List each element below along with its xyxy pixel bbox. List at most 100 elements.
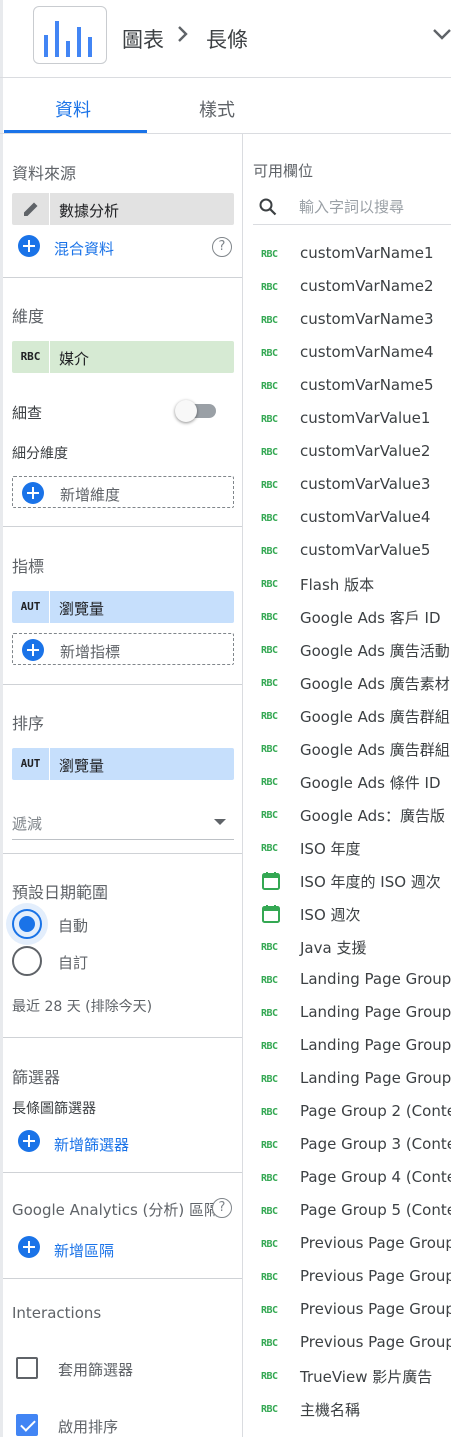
field-type-badge: RBC bbox=[261, 711, 278, 722]
available-field-item[interactable]: RBC customVarValue3 bbox=[253, 469, 451, 502]
available-field-item[interactable]: RBC Page Group 5 (Conte bbox=[253, 1195, 451, 1228]
sort-chip[interactable]: AUT 瀏覽量 bbox=[12, 748, 234, 780]
field-type-badge: RBC bbox=[261, 1107, 278, 1118]
search-input[interactable] bbox=[299, 195, 449, 219]
available-field-item[interactable]: RBC customVarName2 bbox=[253, 271, 451, 304]
available-field-label: Page Group 3 (Conte bbox=[300, 1135, 451, 1153]
available-field-item[interactable]: RBC Landing Page Group bbox=[253, 964, 451, 997]
field-type-badge: RBC bbox=[261, 1173, 278, 1184]
radio-custom-label[interactable]: 自訂 bbox=[58, 952, 88, 973]
available-field-item[interactable]: RBC Page Group 4 (Conte bbox=[253, 1162, 451, 1195]
metric-chip[interactable]: AUT 瀏覽量 bbox=[12, 591, 234, 623]
available-field-item[interactable]: ISO 週次 bbox=[253, 898, 451, 931]
drilldown-toggle[interactable] bbox=[175, 400, 197, 422]
blend-data-link[interactable]: 混合資料 bbox=[54, 238, 114, 259]
field-type-badge: RBC bbox=[261, 1239, 278, 1250]
add-segment-icon[interactable] bbox=[18, 1236, 40, 1258]
metric-type-badge: AUT bbox=[12, 591, 50, 623]
sort-order-select[interactable]: 遞減 bbox=[12, 806, 234, 840]
available-field-label: Page Group 2 (Conte bbox=[300, 1102, 451, 1120]
add-dimension-button[interactable]: 新增維度 bbox=[12, 476, 234, 508]
available-field-label: Google Ads 廣告群組 bbox=[300, 741, 450, 759]
available-field-item[interactable]: RBC Google Ads 廣告素材 bbox=[253, 667, 451, 700]
available-field-item[interactable]: RBC TrueView 影片廣告 bbox=[253, 1360, 451, 1393]
add-segment-link[interactable]: 新增區隔 bbox=[54, 1240, 114, 1261]
available-field-label: Landing Page Group bbox=[300, 1036, 451, 1054]
available-field-item[interactable]: RBC customVarName4 bbox=[253, 337, 451, 370]
available-field-item[interactable]: RBC Java 支援 bbox=[253, 931, 451, 964]
field-type-badge: RBC bbox=[261, 513, 278, 524]
available-field-item[interactable]: RBC customVarName3 bbox=[253, 304, 451, 337]
enable-sort-label[interactable]: 啟用排序 bbox=[58, 1416, 118, 1437]
available-field-item[interactable]: RBC Landing Page Group bbox=[253, 1030, 451, 1063]
available-field-item[interactable]: RBC Google Ads 廣告活動 bbox=[253, 634, 451, 667]
radio-auto[interactable] bbox=[6, 903, 48, 945]
metric-label: 瀏覽量 bbox=[59, 600, 105, 618]
dimension-chip[interactable]: RBC 媒介 bbox=[12, 341, 234, 373]
available-field-item[interactable]: RBC Previous Page Group bbox=[253, 1261, 451, 1294]
dimension-label: 媒介 bbox=[59, 350, 90, 368]
tab-data[interactable]: 資料 bbox=[55, 96, 91, 122]
add-filter-link[interactable]: 新增篩選器 bbox=[54, 1134, 129, 1155]
available-field-label: Google Ads 廣告群組 bbox=[300, 708, 450, 726]
available-field-item[interactable]: RBC Previous Page Group bbox=[253, 1228, 451, 1261]
field-type-badge: RBC bbox=[261, 612, 278, 623]
available-field-item[interactable]: RBC Google Ads 客戶 ID bbox=[253, 601, 451, 634]
available-field-item[interactable]: RBC customVarName1 bbox=[253, 238, 451, 271]
available-field-item[interactable]: RBC Google Ads：廣告版 bbox=[253, 799, 451, 832]
available-field-item[interactable]: RBC Landing Page Group bbox=[253, 1063, 451, 1096]
available-field-label: Google Ads 條件 ID bbox=[300, 774, 441, 792]
available-field-label: customVarValue5 bbox=[300, 541, 431, 559]
apply-filter-checkbox[interactable] bbox=[16, 1357, 38, 1379]
field-search bbox=[253, 193, 451, 225]
chevron-down-icon[interactable] bbox=[432, 26, 451, 45]
available-field-item[interactable]: RBC customVarValue4 bbox=[253, 502, 451, 535]
available-field-item[interactable]: RBC 主機名稱 bbox=[253, 1393, 451, 1426]
interactions-title: Interactions bbox=[12, 1304, 102, 1322]
available-field-label: TrueView 影片廣告 bbox=[300, 1368, 433, 1386]
available-field-item[interactable]: RBC ISO 年度 bbox=[253, 832, 451, 865]
available-field-item[interactable]: RBC customVarValue1 bbox=[253, 403, 451, 436]
pencil-icon[interactable] bbox=[12, 193, 50, 225]
radio-custom[interactable] bbox=[12, 946, 42, 976]
available-field-label: Google Ads：廣告版 bbox=[300, 807, 445, 825]
search-icon bbox=[258, 197, 278, 221]
available-field-item[interactable]: RBC Page Group 3 (Conte bbox=[253, 1129, 451, 1162]
enable-sort-checkbox[interactable] bbox=[16, 1414, 38, 1436]
add-blend-icon[interactable] bbox=[18, 235, 40, 257]
apply-filter-label[interactable]: 套用篩選器 bbox=[58, 1359, 133, 1380]
breadcrumb-chart[interactable]: 圖表 bbox=[122, 24, 164, 54]
dimension-type-badge: RBC bbox=[12, 341, 50, 373]
available-field-label: customVarValue1 bbox=[300, 409, 431, 427]
field-type-badge: RBC bbox=[261, 975, 278, 986]
add-filter-icon[interactable] bbox=[18, 1130, 40, 1152]
available-field-item[interactable]: RBC Previous Page Group bbox=[253, 1294, 451, 1327]
available-field-item[interactable]: RBC customVarValue5 bbox=[253, 535, 451, 568]
available-field-item[interactable]: RBC customVarValue2 bbox=[253, 436, 451, 469]
field-type-badge: RBC bbox=[261, 1338, 278, 1349]
help-icon[interactable]: ? bbox=[212, 1198, 232, 1218]
available-field-item[interactable]: RBC Page Group 2 (Conte bbox=[253, 1096, 451, 1129]
add-metric-button[interactable]: 新增指標 bbox=[12, 633, 234, 665]
available-field-item[interactable]: RBC Landing Page Group bbox=[253, 997, 451, 1030]
data-source-chip[interactable]: 數據分析 bbox=[12, 193, 234, 225]
panel-left-edge bbox=[0, 0, 3, 1437]
tab-style[interactable]: 樣式 bbox=[199, 96, 235, 122]
available-field-item[interactable]: RBC Google Ads 條件 ID bbox=[253, 766, 451, 799]
breadcrumb-chart-type[interactable]: 長條 bbox=[206, 24, 248, 54]
help-icon[interactable]: ? bbox=[212, 237, 232, 257]
available-field-item[interactable]: RBC Google Ads 廣告群組 bbox=[253, 733, 451, 766]
available-field-item[interactable]: ISO 年度的 ISO 週次 bbox=[253, 865, 451, 898]
available-field-item[interactable]: RBC Google Ads 廣告群組 bbox=[253, 700, 451, 733]
available-field-item[interactable]: RBC Flash 版本 bbox=[253, 568, 451, 601]
available-field-label: ISO 年度的 ISO 週次 bbox=[300, 873, 441, 891]
data-source-title: 資料來源 bbox=[12, 164, 77, 183]
available-field-label: Flash 版本 bbox=[300, 576, 375, 594]
available-field-label: Landing Page Group bbox=[300, 1069, 451, 1087]
available-field-item[interactable]: RBC customVarName5 bbox=[253, 370, 451, 403]
bar-chart-icon[interactable] bbox=[33, 6, 107, 64]
available-field-label: Previous Page Group bbox=[300, 1333, 451, 1351]
available-field-item[interactable]: RBC Previous Page Group bbox=[253, 1327, 451, 1360]
available-field-label: customVarValue2 bbox=[300, 442, 431, 460]
radio-auto-label[interactable]: 自動 bbox=[58, 915, 88, 936]
